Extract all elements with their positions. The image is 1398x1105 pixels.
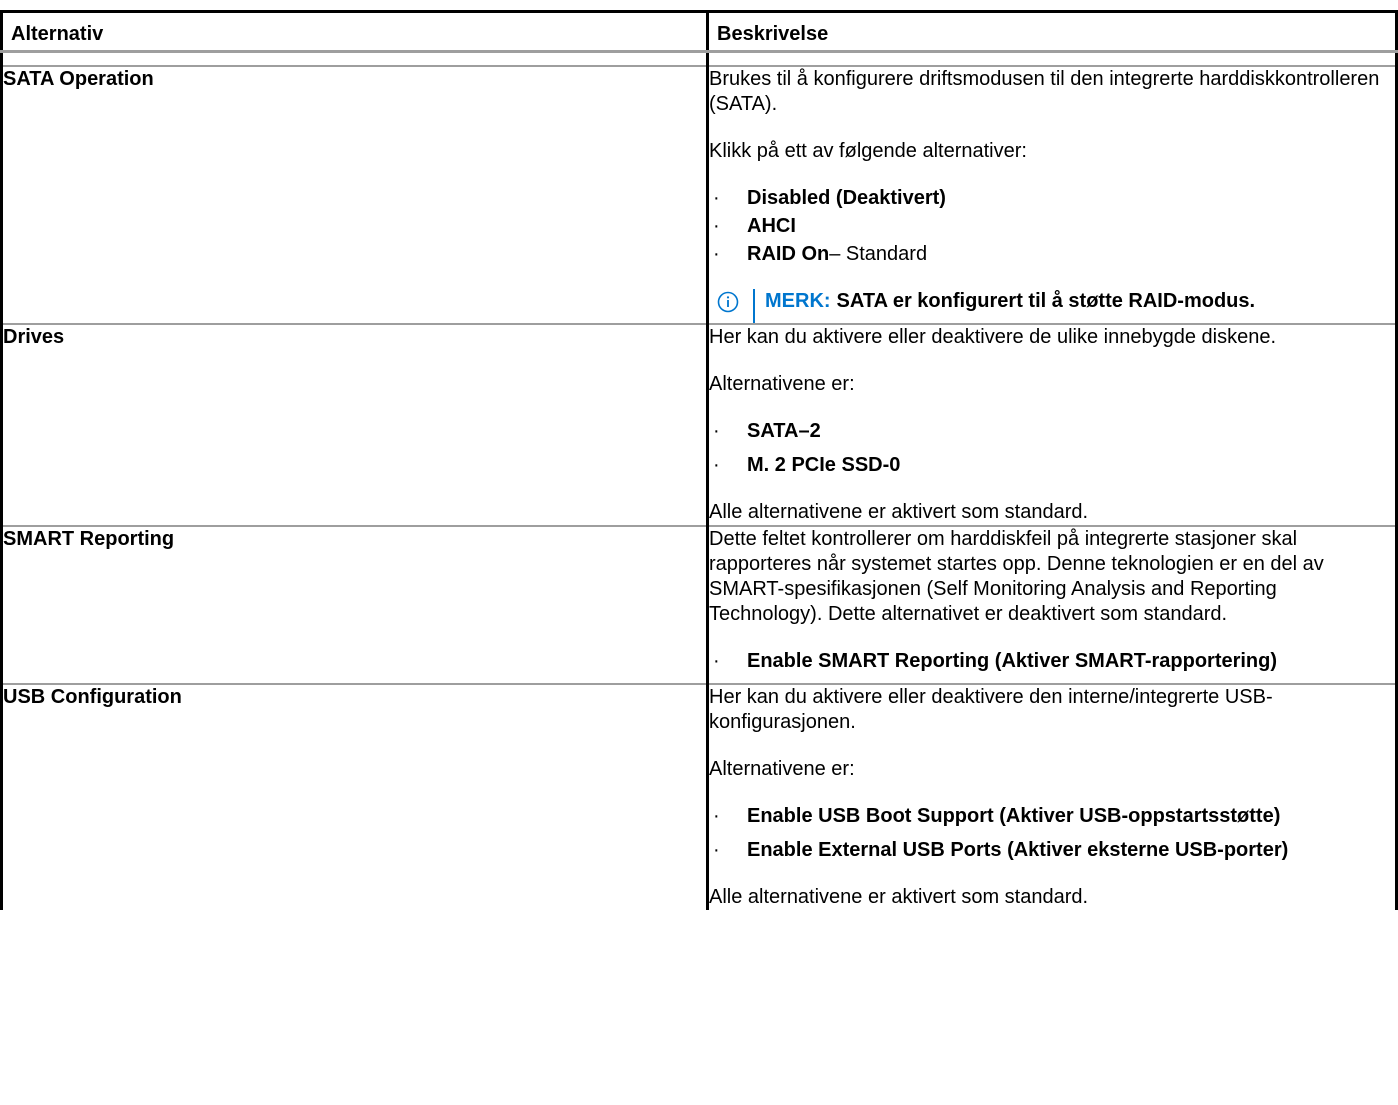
- bullet-icon: ·: [713, 650, 720, 672]
- spacer-row: [0, 51, 1398, 67]
- option-description: Her kan du aktivere eller deaktivere den…: [706, 684, 1398, 910]
- option-list: · Enable USB Boot Support (Aktiver USB-op…: [709, 804, 1395, 863]
- option-name: USB Configuration: [0, 684, 709, 910]
- option-name: SATA Operation: [0, 66, 709, 325]
- description-text: Her kan du aktivere eller deaktivere de …: [709, 326, 1277, 348]
- table-header-row: Alternativ Beskrivelse: [0, 10, 1398, 53]
- note-divider: [753, 289, 755, 323]
- list-item: · AHCI: [713, 215, 796, 237]
- table-row: USB Configuration Her kan du aktivere el…: [0, 684, 1398, 910]
- info-icon: [717, 291, 739, 313]
- table-row: SMART Reporting Dette feltet kontrollere…: [0, 526, 1398, 685]
- header-option: Alternativ: [0, 10, 709, 53]
- description-text: Alternativene er:: [709, 758, 855, 780]
- bullet-icon: ·: [713, 243, 720, 265]
- description-text: Brukes til å konfigurere driftsmodusen t…: [709, 68, 1380, 115]
- description-text: Alternativene er:: [709, 373, 855, 395]
- note-text: SATA er konfigurert til å støtte RAID-mo…: [836, 290, 1256, 312]
- list-item: · Disabled (Deaktivert): [713, 187, 946, 209]
- option-list: · SATA–2 · M. 2 PCIe SSD-0: [709, 419, 1395, 478]
- description-text: Alle alternativene er aktivert som stand…: [709, 886, 1089, 908]
- table-row: SATA Operation Brukes til å konfigurere …: [0, 66, 1398, 325]
- option-name: Drives: [0, 324, 709, 527]
- list-item: · Enable External USB Ports (Aktiver ekst…: [713, 839, 1289, 861]
- list-item: · SATA–2: [713, 420, 821, 442]
- list-item: · RAID On– Standard: [713, 243, 928, 265]
- list-item: · Enable USB Boot Support (Aktiver USB-op…: [713, 805, 1281, 827]
- option-name: SMART Reporting: [0, 526, 709, 685]
- header-description: Beskrivelse: [706, 10, 1398, 53]
- bullet-icon: ·: [713, 215, 720, 237]
- bullet-icon: ·: [713, 420, 720, 442]
- table-row: Drives Her kan du aktivere eller deaktiv…: [0, 324, 1398, 527]
- bullet-icon: ·: [713, 805, 720, 827]
- option-list: · Disabled (Deaktivert) · AHCI · RAID On– S…: [709, 186, 1395, 267]
- description-text: Klikk på ett av følgende alternativer:: [709, 140, 1027, 162]
- note-label: MERK:: [765, 290, 831, 312]
- bullet-icon: ·: [713, 187, 720, 209]
- note-box: MERK: SATA er konfigurert til å støtte R…: [709, 289, 1395, 323]
- bullet-icon: ·: [713, 454, 720, 476]
- list-item: · M. 2 PCIe SSD-0: [713, 454, 901, 476]
- option-list: · Enable SMART Reporting (Aktiver SMART-r…: [709, 649, 1395, 674]
- list-item: · Enable SMART Reporting (Aktiver SMART-r…: [713, 650, 1278, 672]
- bullet-icon: ·: [713, 839, 720, 861]
- options-table: Alternativ Beskrivelse SATA Operation Br…: [0, 10, 1398, 910]
- description-text: Alle alternativene er aktivert som stand…: [709, 501, 1089, 523]
- option-description: Her kan du aktivere eller deaktivere de …: [706, 324, 1398, 527]
- option-description: Brukes til å konfigurere driftsmodusen t…: [706, 66, 1398, 325]
- option-description: Dette feltet kontrollerer om harddiskfei…: [706, 526, 1398, 685]
- description-text: Dette feltet kontrollerer om harddiskfei…: [709, 528, 1324, 625]
- description-text: Her kan du aktivere eller deaktivere den…: [709, 686, 1273, 733]
